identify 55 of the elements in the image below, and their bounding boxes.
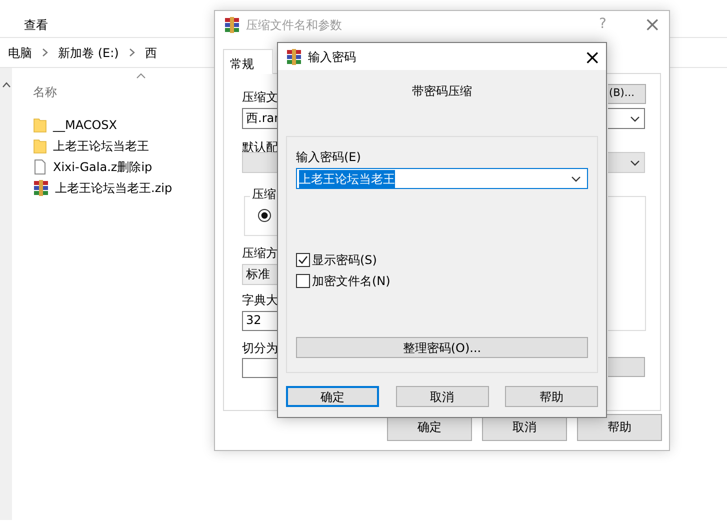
window-title: 压缩文件名和参数 <box>246 17 342 34</box>
field-label: 切分为 <box>242 342 278 356</box>
checkbox-label[interactable]: 显示密码(S) <box>312 250 377 268</box>
file-name[interactable]: 上老王论坛当老王.zip <box>55 178 172 196</box>
field-label: 默认配 <box>242 141 278 154</box>
sort-caret-icon <box>136 73 146 79</box>
chevron-down-icon <box>571 176 581 182</box>
app-icon <box>286 48 302 64</box>
window-title: 输入密码 <box>308 48 356 66</box>
chevron-icon <box>42 48 48 57</box>
password-text: 上老王论坛当老王 <box>299 170 395 188</box>
scroll-up-icon[interactable] <box>2 82 11 88</box>
password-combo[interactable]: 上老王论坛当老王 <box>296 168 588 189</box>
folder-icon <box>33 138 47 154</box>
dialog-heading: 带密码压缩 <box>411 83 473 100</box>
checkbox[interactable] <box>296 274 310 288</box>
file-name[interactable]: Xixi-Gala.z删除ip <box>53 158 152 176</box>
breadcrumb-item[interactable]: 西 <box>144 44 157 62</box>
breadcrumb-item[interactable]: 电脑 <box>8 44 32 62</box>
archive-icon <box>33 180 49 196</box>
checkbox-label[interactable]: 加密文件名(N) <box>312 272 390 290</box>
radio-button[interactable] <box>258 209 271 222</box>
folder-icon <box>33 116 47 132</box>
ribbon-tab[interactable]: 查看 <box>24 18 48 32</box>
chevron-down-icon <box>630 116 640 122</box>
close-button[interactable]: × <box>584 46 601 68</box>
breadcrumb-item[interactable]: 新加卷 (E:) <box>58 44 119 62</box>
organize-button[interactable]: 整理密码(O)... <box>296 337 588 358</box>
chevron-icon <box>128 48 135 57</box>
group-label: 压缩 <box>250 188 278 202</box>
field-label: 压缩文 <box>242 91 278 104</box>
profile-combo[interactable] <box>242 152 279 173</box>
file-name[interactable]: 上老王论坛当老王 <box>53 136 149 154</box>
dialog-button[interactable]: 确定 <box>286 386 379 407</box>
tab[interactable]: 常规 <box>223 49 273 74</box>
method-combo[interactable]: 标准 <box>242 264 279 285</box>
scrollbar[interactable] <box>0 68 12 520</box>
file-name[interactable]: __MACOSX <box>53 116 118 134</box>
file-icon <box>33 158 47 174</box>
app-icon <box>224 17 240 33</box>
field-label: 压缩方 <box>242 247 278 260</box>
checkbox[interactable] <box>296 252 310 266</box>
dialog-button[interactable]: 帮助 <box>577 414 662 441</box>
filename-field[interactable] <box>608 108 645 129</box>
filename-field[interactable]: 西.rar <box>242 108 279 129</box>
browse-button[interactable]: (B)... <box>608 84 646 104</box>
dialog-button[interactable]: 帮助 <box>505 386 598 407</box>
dialog-button[interactable]: 取消 <box>396 386 488 407</box>
column-header[interactable]: 名称 <box>33 83 57 101</box>
field-label: 字典大 <box>242 294 278 308</box>
dictionary-field[interactable]: 32 <box>242 311 279 331</box>
chevron-down-icon <box>630 160 640 166</box>
close-button[interactable]: × <box>644 13 661 35</box>
split-field[interactable] <box>242 358 279 378</box>
field-label: 输入密码(E) <box>296 149 362 166</box>
